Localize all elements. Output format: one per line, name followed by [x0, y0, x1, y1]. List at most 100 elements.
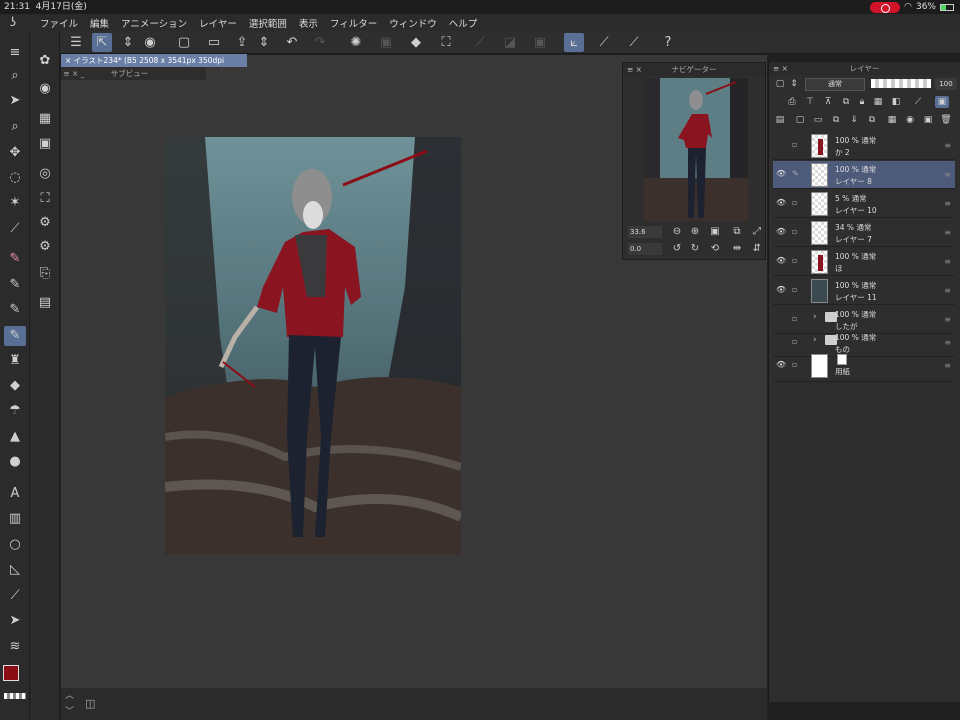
help-icon[interactable]: ? [658, 33, 678, 52]
pen-icon[interactable]: ✎ [4, 249, 26, 269]
layer-palette-icon[interactable]: ▤ [773, 114, 787, 126]
flip-vertical-icon[interactable]: ⇵ [750, 242, 764, 256]
layer-checkbox[interactable]: ▫ [792, 198, 802, 208]
companion-icon[interactable]: ◉ [140, 33, 160, 52]
subtool-brush-icon[interactable]: ✿ [34, 51, 56, 71]
chevron-updown-icon[interactable]: ⇕ [118, 33, 138, 52]
layer-row[interactable]: 👁︎ ▫ 5 % 通常 レイヤー 10 ≡ [773, 190, 955, 218]
apply-mask-icon[interactable]: ▣ [921, 114, 935, 126]
chevron-updown-icon-2[interactable]: ⇕ [254, 33, 274, 52]
layer-checkbox[interactable]: ▫ [792, 140, 802, 150]
transparent-color-swatch[interactable] [4, 693, 26, 699]
invert-selection-icon[interactable]: ◪ [500, 33, 520, 52]
operation-icon[interactable]: ➤ [4, 91, 26, 111]
menu-item-7[interactable]: ウィンドウ [389, 16, 437, 30]
layer-drag-handle-icon[interactable]: ≡ [944, 141, 951, 150]
menu-item-6[interactable]: フィルター [330, 16, 377, 30]
reset-rotation-icon[interactable]: ⟲ [708, 242, 722, 256]
panel-toggle-icon[interactable]: ≡ [4, 43, 26, 63]
zoom-in-icon[interactable]: ⊕ [688, 225, 702, 239]
transform-icon[interactable]: ⛶ [436, 33, 456, 52]
ruler-show-icon[interactable]: ⟋ [911, 96, 925, 108]
fullscreen-icon[interactable]: ⤢ [750, 225, 764, 239]
blend-mode-select[interactable]: 通常 [805, 78, 865, 91]
rotate-left-icon[interactable]: ↺ [670, 242, 684, 256]
panel-menu-icon-nav[interactable]: ≡ × [627, 63, 642, 76]
menu-item-2[interactable]: アニメーション [121, 16, 187, 30]
pencil-icon[interactable]: ✎ [4, 275, 26, 295]
eraser-icon[interactable]: ◆ [4, 376, 26, 396]
snap-special-icon[interactable]: ⟋ [594, 33, 614, 52]
subtool-settings-icon[interactable]: ⚙ [34, 213, 56, 233]
layer-checkbox[interactable]: ▫ [792, 360, 802, 370]
menu-item-1[interactable]: 編集 [90, 16, 109, 30]
color-icon[interactable]: ▣ [935, 96, 949, 108]
subtool-search-icon[interactable]: ◎ [34, 164, 56, 184]
delete-layer-icon[interactable]: 🗑︎ [939, 114, 953, 126]
lasso-icon[interactable]: ◌ [4, 168, 26, 188]
panel-menu-icon[interactable]: ≡ × _ [61, 69, 84, 78]
menu-icon[interactable]: ☰ [66, 33, 86, 52]
decoration-icon[interactable]: ♜ [4, 351, 26, 371]
subtool-timeline-icon[interactable]: ▤ [34, 293, 56, 313]
chevron-updown-icon-layer[interactable]: ⇕ [787, 78, 801, 90]
angle-value-field[interactable]: 0.0 [628, 243, 662, 255]
layer-drag-handle-icon[interactable]: ≡ [944, 257, 951, 266]
open-file-icon[interactable]: ▭ [204, 33, 224, 52]
ruler-icon[interactable]: ⟋ [4, 586, 26, 606]
eye-icon[interactable]: 👁︎ [776, 198, 786, 208]
flip-horizontal-icon[interactable]: ⇹ [730, 242, 744, 256]
pen-edit-icon[interactable]: ✎ [792, 169, 802, 179]
layer-drag-handle-icon[interactable]: ≡ [944, 338, 951, 347]
new-file-icon[interactable]: ▢ [174, 33, 194, 52]
zoom-value-field[interactable]: 33.6 [628, 226, 662, 238]
eye-icon[interactable]: 👁︎ [776, 256, 786, 266]
menu-item-3[interactable]: レイヤー [199, 16, 237, 30]
text-icon[interactable]: A [4, 484, 26, 504]
move-icon[interactable]: ✥ [4, 143, 26, 163]
actual-size-icon[interactable]: ⧉ [730, 225, 744, 239]
correct-line-icon[interactable]: ≋ [4, 637, 26, 657]
chevron-up-icon[interactable]: ︿ [65, 688, 74, 701]
opacity-slider[interactable] [871, 79, 931, 88]
menu-item-0[interactable]: ファイル [40, 16, 78, 30]
app-logo-icon[interactable]: ʖ [10, 15, 16, 29]
layer-checkbox[interactable]: ▫ [792, 337, 802, 347]
draft-icon[interactable]: ⊼ [821, 96, 835, 108]
layer-drag-handle-icon[interactable]: ≡ [944, 315, 951, 324]
gradient-icon[interactable]: ▥ [4, 509, 26, 529]
layer-drag-handle-icon[interactable]: ≡ [944, 199, 951, 208]
canvas-artwork[interactable] [165, 137, 461, 555]
frame-icon[interactable]: ◺ [4, 560, 26, 580]
opacity-value[interactable]: 100 [935, 78, 957, 90]
layer-row[interactable]: 👁︎ ✎ 100 % 通常 レイヤー 8 ≡ [773, 161, 955, 189]
subtool-detail-icon[interactable]: ▦ [34, 109, 56, 129]
rotate-right-icon[interactable]: ↻ [688, 242, 702, 256]
layer-row[interactable]: 👁︎ ▫ 100 % 通常ほ ≡ [773, 248, 955, 276]
close-tab-icon[interactable]: × [65, 56, 74, 65]
reference-icon[interactable]: ⊤ [803, 96, 817, 108]
sidebar-toggle-icon[interactable]: ◫ [85, 697, 95, 710]
chevron-right-icon[interactable]: › [813, 312, 817, 322]
new-vector-icon[interactable]: ▭ [811, 114, 825, 126]
subtool-history-icon[interactable]: ⎘ [34, 264, 56, 284]
lock-icon[interactable]: 🔒︎ [855, 96, 869, 108]
subtool-navigator-icon[interactable]: ◉ [34, 79, 56, 99]
simple-mode-icon[interactable]: ⇱ [92, 33, 112, 52]
layer-mask-icon[interactable]: ▢ [773, 78, 787, 90]
layer-drag-handle-icon[interactable]: ≡ [944, 361, 951, 370]
droplet-icon[interactable]: ● [4, 452, 26, 472]
layer-row[interactable]: 👁︎ ▫ 100 % 通常 レイヤー 11 ≡ [773, 277, 955, 305]
fit-icon[interactable]: ▣ [708, 225, 722, 239]
layer-checkbox[interactable]: ▫ [792, 227, 802, 237]
layer-drag-handle-icon[interactable]: ≡ [944, 170, 951, 179]
fill-tool-icon[interactable]: ▲ [4, 427, 26, 447]
panel-menu-icon-layer[interactable]: ≡ × [773, 62, 788, 75]
merge-down-icon[interactable]: ⇓ [847, 114, 861, 126]
subtool-property-icon[interactable]: ▣ [34, 134, 56, 154]
clear-icon[interactable]: ✺ [346, 33, 366, 52]
main-color-swatch[interactable] [3, 665, 19, 681]
navigator-preview[interactable] [644, 78, 748, 221]
layer-drag-handle-icon[interactable]: ≡ [944, 228, 951, 237]
snap-ruler-icon[interactable]: ⟀ [564, 33, 584, 52]
